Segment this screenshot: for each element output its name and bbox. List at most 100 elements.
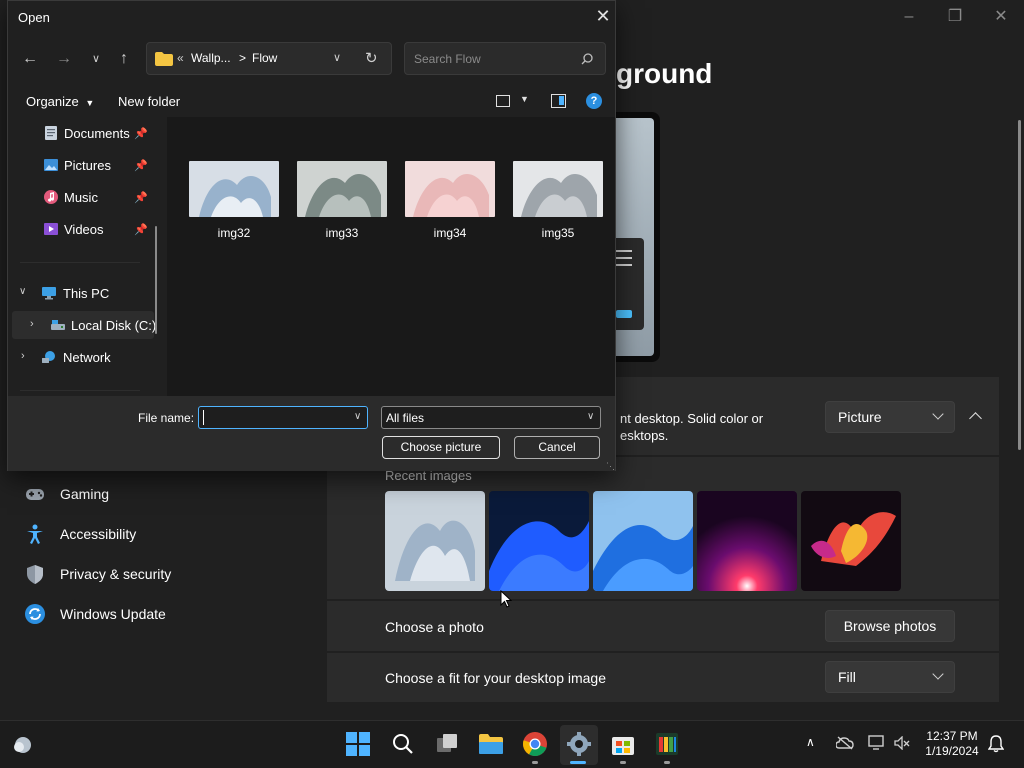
up-arrow-icon[interactable]: ↑ (112, 48, 136, 70)
file-name-label: File name: (138, 411, 195, 425)
close-icon[interactable]: ✕ (592, 5, 614, 27)
tree-item-network[interactable]: › Network (16, 343, 156, 371)
start-icon[interactable] (345, 731, 371, 757)
background-description: nt desktop. Solid color or esktops. (620, 410, 763, 444)
onedrive-offline-icon[interactable] (836, 736, 854, 750)
address-segment-wallpapers[interactable]: Wallp... (191, 51, 231, 65)
search-input[interactable]: Search Flow (414, 52, 481, 66)
accessibility-icon (27, 524, 43, 544)
notification-bell-icon[interactable] (988, 735, 1004, 753)
address-bar[interactable]: « Wallp... > Flow ∨ ↻ (146, 42, 392, 75)
search-box[interactable]: Search Flow (404, 42, 606, 75)
tree-label: Documents (64, 126, 130, 141)
background-type-value: Picture (838, 409, 882, 425)
back-arrow-icon[interactable]: ← (18, 48, 42, 70)
tree-item-documents[interactable]: Documents 📌 (38, 119, 148, 147)
browse-photos-button[interactable]: Browse photos (825, 610, 955, 642)
file-type-select[interactable]: All files ∨ (381, 406, 601, 429)
chrome-icon[interactable] (522, 731, 548, 757)
expand-chevron-down-icon[interactable]: ∨ (19, 286, 26, 297)
pin-icon: 📌 (134, 128, 148, 140)
file-thumbnail (189, 161, 279, 217)
recent-image-3[interactable] (593, 491, 693, 591)
recent-image-3-art (593, 491, 693, 591)
recent-image-1[interactable] (385, 491, 485, 591)
expand-chevron-right-icon[interactable]: › (30, 318, 34, 330)
file-thumbnail (405, 161, 495, 217)
fit-value: Fill (838, 669, 856, 685)
address-separator: > (239, 51, 247, 65)
text-cursor (203, 410, 204, 425)
recent-image-2[interactable] (489, 491, 589, 591)
search-icon[interactable] (390, 731, 416, 757)
description-line-2: esktops. (620, 428, 669, 443)
file-name: img33 (325, 226, 359, 240)
file-explorer-icon[interactable] (478, 731, 504, 757)
file-thumbnail (297, 161, 387, 217)
minimize-button[interactable]: – (894, 6, 924, 28)
clock-date: 1/19/2024 (925, 744, 979, 758)
nav-label: Accessibility (60, 526, 137, 542)
file-item[interactable]: img34 (404, 161, 496, 240)
view-mode-icon[interactable] (496, 95, 510, 107)
nav-label: Privacy & security (60, 566, 172, 582)
preview-pane-icon[interactable] (551, 94, 566, 108)
help-icon[interactable]: ? (586, 93, 602, 109)
file-name-input[interactable]: ∨ (198, 406, 368, 429)
menu-icon (616, 250, 632, 266)
settings-gear-icon[interactable] (566, 731, 592, 757)
clock[interactable]: 12:37 PM 1/19/2024 (920, 729, 984, 759)
tree-label: Network (63, 350, 111, 365)
chevron-down-icon (932, 668, 944, 680)
address-dropdown-icon[interactable]: ∨ (333, 51, 341, 64)
forward-arrow-icon[interactable]: → (52, 48, 76, 70)
tree-item-videos[interactable]: Videos 📌 (38, 215, 148, 243)
weather-icon[interactable] (10, 731, 36, 757)
view-options-chevron-icon[interactable]: ▼ (520, 94, 529, 104)
tree-item-music[interactable]: Music 📌 (38, 183, 148, 211)
recent-image-1-art (385, 491, 485, 591)
tree-item-local-disk[interactable]: › Local Disk (C:) (12, 311, 156, 339)
address-overflow[interactable]: « (177, 51, 184, 65)
new-folder-button[interactable]: New folder (118, 94, 180, 109)
file-item[interactable]: img33 (296, 161, 388, 240)
page-title: ground (616, 58, 713, 89)
address-segment-flow[interactable]: Flow (252, 51, 277, 65)
chevron-down-icon (932, 408, 944, 420)
recent-locations-chevron-icon[interactable]: ∨ (84, 48, 108, 70)
settings-scrollbar[interactable] (1018, 120, 1021, 450)
task-view-icon[interactable] (434, 731, 460, 757)
chevron-down-icon[interactable]: ∨ (354, 411, 361, 422)
folder-icon (155, 52, 173, 66)
description-line-1: nt desktop. Solid color or (620, 411, 764, 426)
tree-divider (20, 262, 140, 263)
resize-grip-icon[interactable]: ⋱ (606, 461, 615, 472)
network-icon (42, 351, 55, 363)
restore-button[interactable]: ❐ (940, 6, 970, 28)
network-status-icon[interactable] (868, 735, 886, 751)
show-hidden-icons-icon[interactable]: ∧ (806, 735, 815, 749)
recent-image-5[interactable] (801, 491, 901, 591)
close-window-button[interactable]: ✕ (986, 6, 1016, 28)
organize-label: Organize (26, 94, 79, 109)
fit-select[interactable]: Fill (825, 661, 955, 693)
choose-picture-button[interactable]: Choose picture (382, 436, 500, 459)
shield-icon (27, 565, 43, 584)
tree-label: Music (64, 190, 98, 205)
recent-image-4[interactable] (697, 491, 797, 591)
expand-chevron-right-icon[interactable]: › (21, 350, 25, 362)
volume-muted-icon[interactable] (894, 736, 910, 750)
chevron-up-icon[interactable] (962, 404, 988, 430)
navigation-pane-scrollbar[interactable] (155, 226, 157, 334)
open-file-dialog: Open ✕ ← → ∨ ↑ « Wallp... > Flow ∨ ↻ Sea… (7, 0, 616, 471)
tree-item-pictures[interactable]: Pictures 📌 (38, 151, 148, 179)
file-item[interactable]: img32 (188, 161, 280, 240)
organize-button[interactable]: Organize ▼ (26, 94, 94, 109)
background-type-select[interactable]: Picture (825, 401, 955, 433)
file-item[interactable]: img35 (512, 161, 604, 240)
refresh-icon[interactable]: ↻ (365, 49, 378, 67)
image-app-icon[interactable] (654, 731, 680, 757)
tree-item-this-pc[interactable]: ∨ This PC (16, 279, 156, 307)
cancel-button[interactable]: Cancel (514, 436, 600, 459)
store-icon[interactable] (610, 731, 636, 757)
